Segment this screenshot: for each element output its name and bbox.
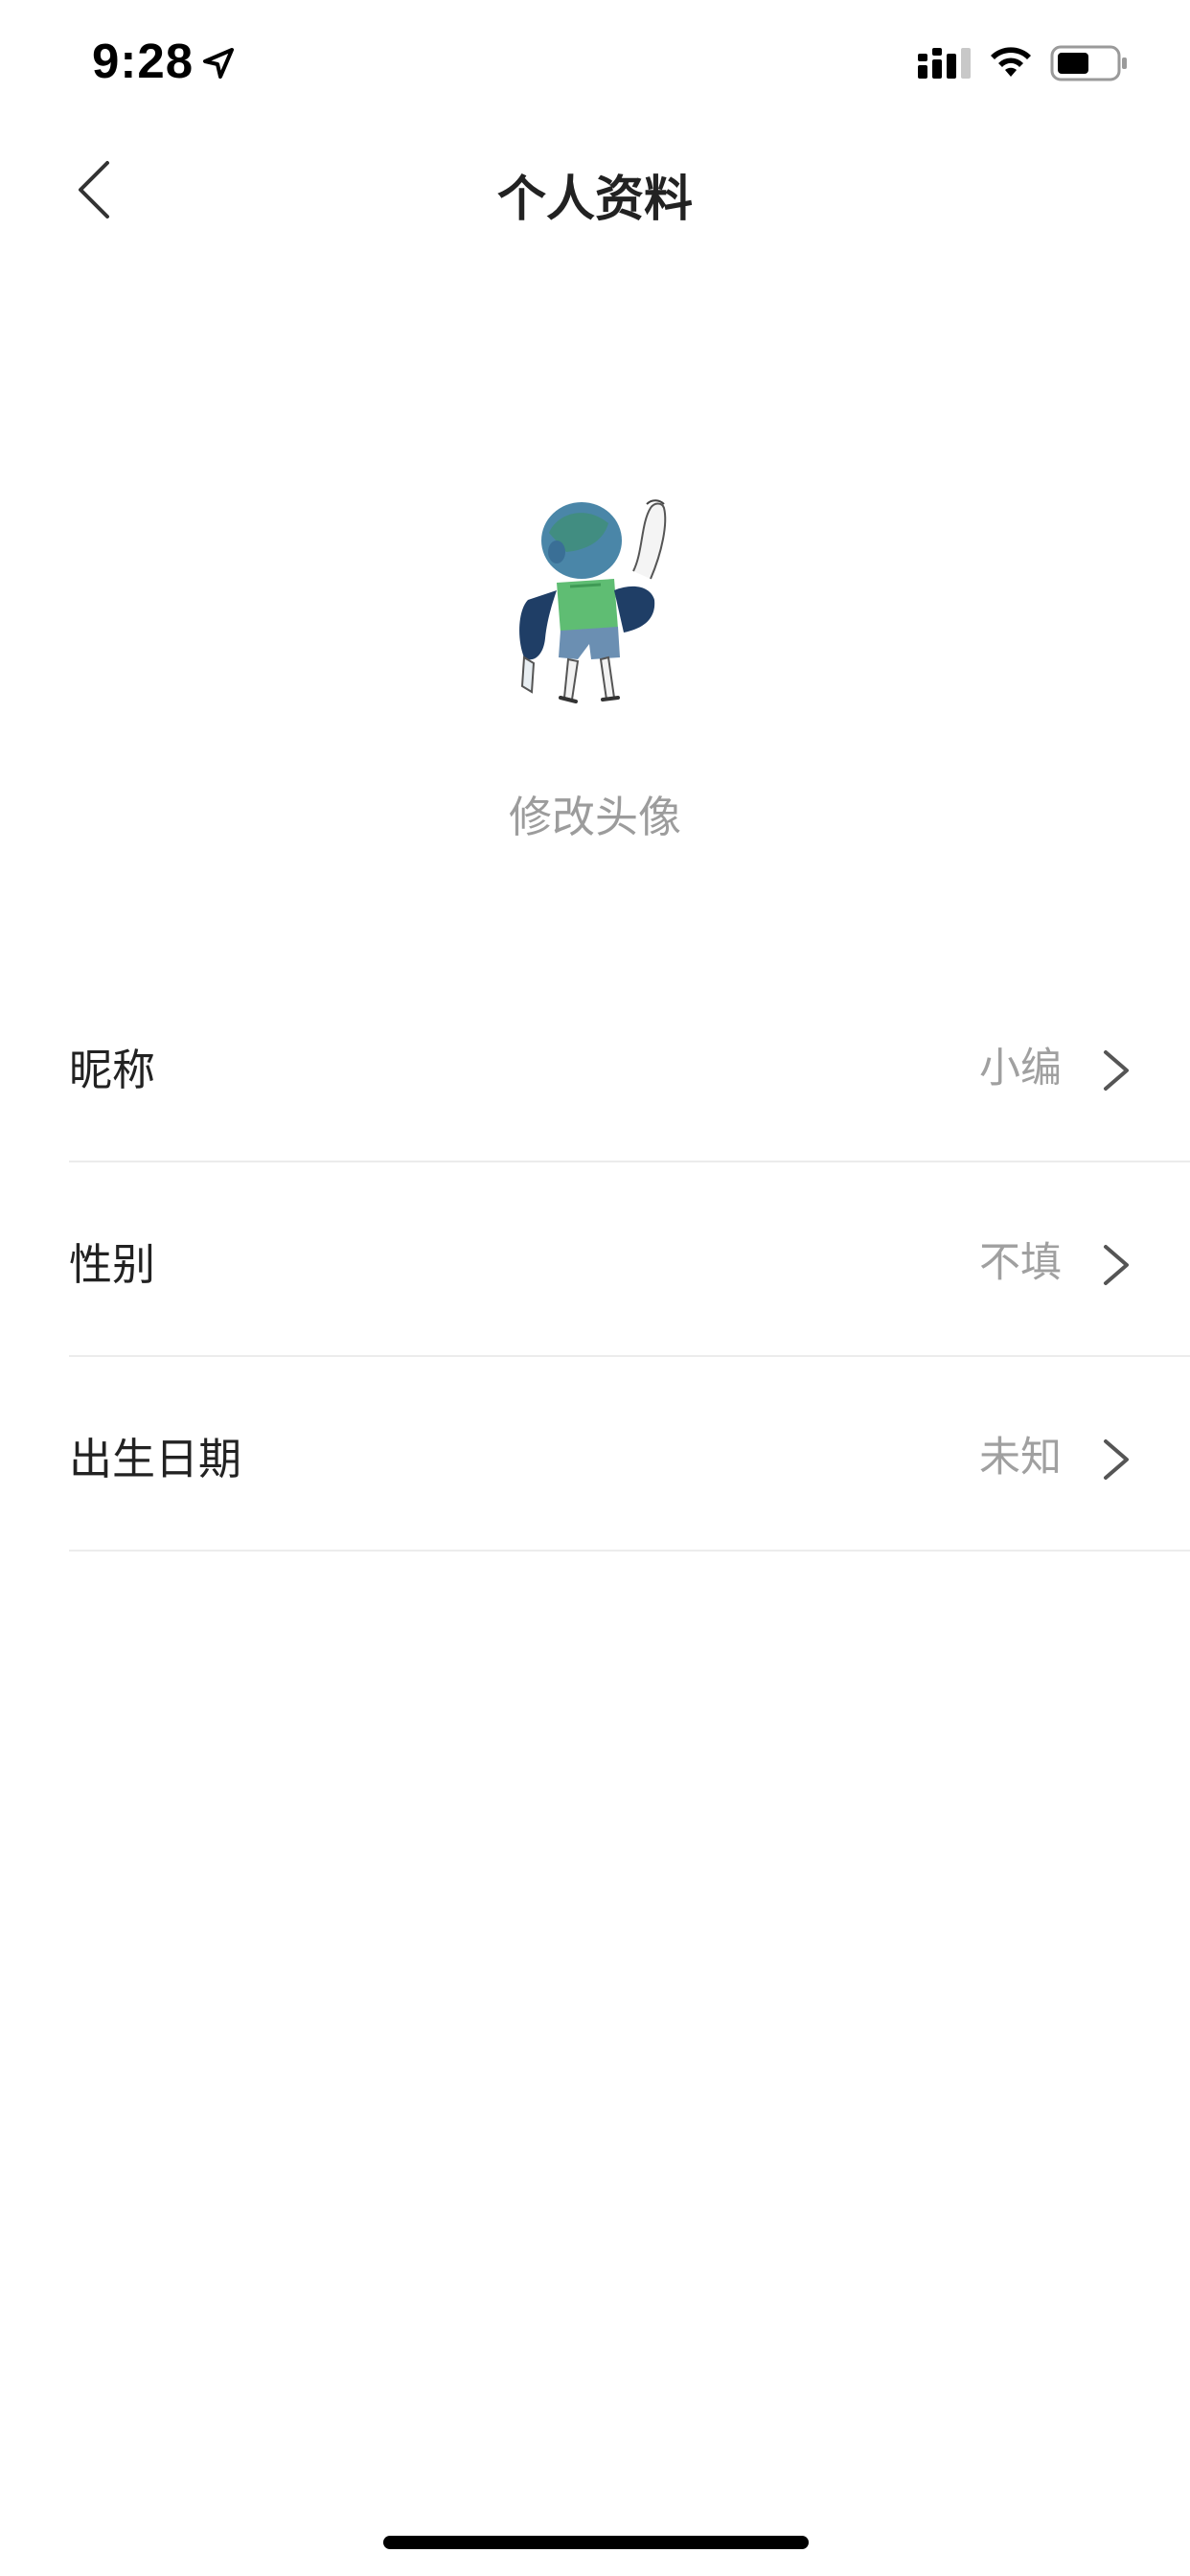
location-icon — [203, 48, 234, 79]
chevron-right-icon — [1104, 1245, 1129, 1285]
birthday-label: 出生日期 — [69, 1434, 242, 1484]
avatar[interactable] — [490, 494, 700, 715]
chevron-right-icon — [1104, 1439, 1129, 1480]
birthday-row[interactable]: 出生日期 未知 — [0, 1357, 1190, 1552]
signal-icon — [918, 48, 971, 79]
nav-bar: 个人资料 — [0, 126, 1190, 253]
gender-value: 不填 — [979, 1239, 1062, 1287]
status-bar: 9:28 — [0, 0, 1190, 126]
row-divider — [69, 1550, 1190, 1552]
nickname-value: 小编 — [979, 1045, 1062, 1092]
gender-label: 性别 — [69, 1239, 156, 1290]
profile-screen: 9:28 个人资料 修改头像 昵称 小编 性别 不填 出生日期 未知 — [0, 0, 1190, 2576]
status-time: 9:28 — [92, 34, 195, 88]
nickname-row[interactable]: 昵称 小编 — [0, 968, 1190, 1162]
birthday-value: 未知 — [979, 1434, 1062, 1482]
chevron-right-icon — [1104, 1050, 1129, 1091]
page-title: 个人资料 — [496, 172, 693, 228]
avatar-section: 修改头像 — [0, 479, 1190, 862]
home-indicator[interactable] — [383, 2536, 809, 2549]
battery-icon — [1050, 45, 1127, 81]
profile-settings-list: 昵称 小编 性别 不填 出生日期 未知 — [0, 968, 1190, 1552]
gender-row[interactable]: 性别 不填 — [0, 1162, 1190, 1357]
wifi-icon — [991, 47, 1031, 77]
change-avatar-button[interactable]: 修改头像 — [0, 782, 1190, 844]
nickname-label: 昵称 — [69, 1045, 156, 1095]
